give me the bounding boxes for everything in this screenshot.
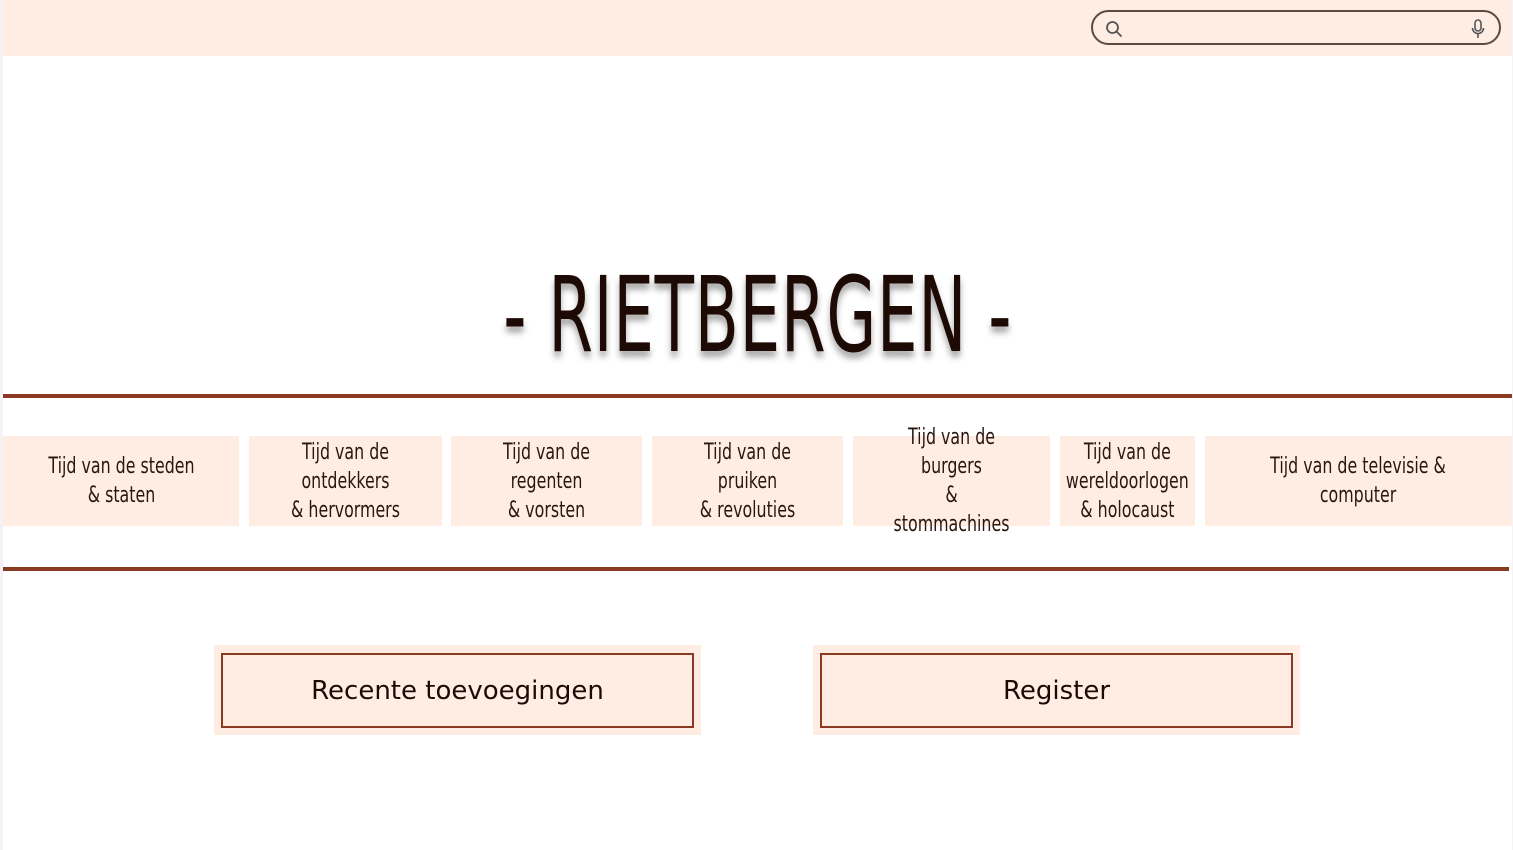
search-bar[interactable] — [1091, 10, 1501, 45]
nav-item-burgers-stommachines[interactable]: Tijd van de burgers & stommachines — [853, 425, 1050, 537]
nav-item-pruiken-revoluties[interactable]: Tijd van de pruiken & revoluties — [652, 436, 843, 526]
nav-item-televisie-computer[interactable]: Tijd van de televisie & computer — [1205, 436, 1512, 526]
register-panel: Register — [813, 645, 1300, 735]
nav-item-label: Tijd van de pruiken & revoluties — [699, 439, 796, 523]
recent-additions-panel: Recente toevoegingen — [214, 645, 701, 735]
divider-top — [3, 394, 1512, 398]
nav-item-label: Tijd van de regenten & vorsten — [502, 439, 591, 523]
top-bar — [3, 0, 1512, 56]
nav-item-ontdekkers-hervormers[interactable]: Tijd van de ontdekkers & hervormers — [249, 436, 442, 526]
divider-bottom — [3, 567, 1509, 571]
nav-item-regenten-vorsten[interactable]: Tijd van de regenten & vorsten — [451, 436, 642, 526]
nav-item-label: Tijd van de steden & staten — [47, 454, 195, 508]
nav-item-label: Tijd van de wereldoorlogen & holocaust — [1066, 439, 1189, 523]
microphone-icon[interactable] — [1471, 19, 1485, 39]
register-button[interactable]: Register — [820, 653, 1293, 728]
nav-item-label: Tijd van de ontdekkers & hervormers — [291, 439, 400, 523]
search-input[interactable] — [1133, 16, 1467, 42]
nav-item-steden-staten[interactable]: Tijd van de steden & staten — [3, 436, 239, 526]
nav-item-label: Tijd van de burgers & stommachines — [893, 425, 1010, 537]
nav-item-wereldoorlogen-holocaust[interactable]: Tijd van de wereldoorlogen & holocaust — [1060, 436, 1195, 526]
recent-additions-button[interactable]: Recente toevoegingen — [221, 653, 694, 728]
page: - RIETBERGEN - Tijd van de steden & stat… — [3, 0, 1512, 850]
search-icon[interactable] — [1105, 20, 1123, 38]
nav-item-label: Tijd van de televisie & computer — [1270, 454, 1447, 508]
site-title: - RIETBERGEN - — [503, 254, 1013, 376]
